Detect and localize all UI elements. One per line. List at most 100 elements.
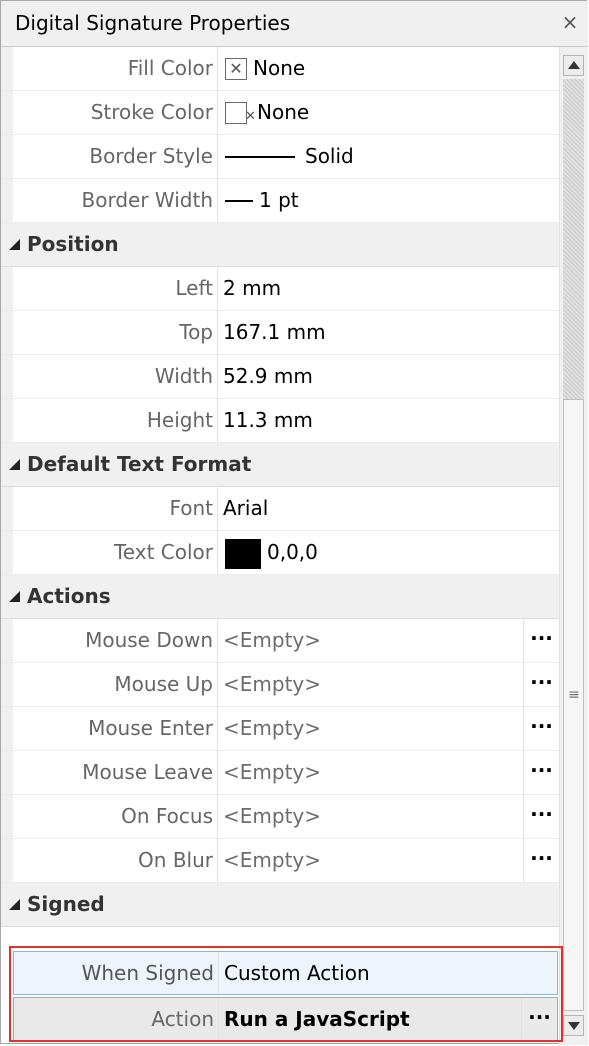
- category-label: Signed: [27, 892, 105, 916]
- row-gutter: [1, 311, 13, 354]
- properties-panel: Digital Signature Properties × Fill Colo…: [0, 0, 588, 1045]
- panel-title: Digital Signature Properties: [15, 11, 291, 35]
- property-label: Border Style: [13, 135, 218, 178]
- category-default-text-format[interactable]: Default Text Format: [1, 443, 559, 487]
- scrollbar-track[interactable]: [563, 79, 584, 399]
- property-value[interactable]: 1 pt: [259, 179, 299, 222]
- property-value[interactable]: <Empty>: [223, 795, 321, 838]
- more-options-button[interactable]: ···: [523, 839, 559, 882]
- more-options-button[interactable]: ···: [523, 707, 559, 750]
- property-value[interactable]: <Empty>: [223, 619, 321, 662]
- property-value[interactable]: <Empty>: [223, 751, 321, 794]
- property-row-mouse-leave[interactable]: Mouse Leave <Empty> ···: [1, 751, 559, 795]
- scroll-down-arrow-icon[interactable]: [563, 1015, 584, 1036]
- category-label: Actions: [27, 584, 111, 608]
- row-gutter: [1, 619, 13, 662]
- property-grid: Fill Color ✕ None Stroke Color ✕ None Bo…: [1, 47, 559, 1045]
- more-options-button[interactable]: ···: [523, 663, 559, 706]
- row-gutter: [1, 531, 13, 574]
- property-value[interactable]: 11.3 mm: [223, 399, 313, 442]
- no-color-swatch-icon: ✕: [225, 58, 247, 80]
- property-row-top[interactable]: Top 167.1 mm: [1, 311, 559, 355]
- row-gutter: [1, 795, 13, 838]
- property-row-text-color[interactable]: Text Color 0,0,0: [1, 531, 559, 575]
- line-width-icon: [225, 200, 253, 202]
- property-label: Text Color: [13, 531, 218, 574]
- property-row-left[interactable]: Left 2 mm: [1, 267, 559, 311]
- property-row-width[interactable]: Width 52.9 mm: [1, 355, 559, 399]
- property-row-mouse-enter[interactable]: Mouse Enter <Empty> ···: [1, 707, 559, 751]
- property-row-action[interactable]: Action Run a JavaScript ···: [13, 997, 558, 1041]
- collapse-triangle-icon[interactable]: [9, 239, 20, 250]
- grip-icon: ≡: [568, 687, 580, 703]
- more-options-button[interactable]: ···: [523, 751, 559, 794]
- collapse-triangle-icon[interactable]: [9, 591, 20, 602]
- property-row-mouse-down[interactable]: Mouse Down <Empty> ···: [1, 619, 559, 663]
- title-bar: Digital Signature Properties ×: [1, 1, 588, 47]
- vertical-scrollbar[interactable]: ≡: [559, 47, 588, 1045]
- property-label: Top: [13, 311, 218, 354]
- property-label: Mouse Enter: [13, 707, 218, 750]
- row-gutter: [1, 135, 13, 178]
- property-label: Stroke Color: [13, 91, 218, 134]
- property-value[interactable]: <Empty>: [223, 663, 321, 706]
- category-position[interactable]: Position: [1, 223, 559, 267]
- row-gutter: [1, 839, 13, 882]
- more-options-button[interactable]: ···: [521, 998, 557, 1040]
- no-color-mark-icon: ✕: [245, 109, 256, 124]
- property-value[interactable]: Custom Action: [224, 952, 370, 994]
- property-row-fill-color[interactable]: Fill Color ✕ None: [1, 47, 559, 91]
- scroll-up-arrow-icon[interactable]: [563, 55, 584, 76]
- property-label: Border Width: [13, 179, 218, 222]
- property-row-mouse-up[interactable]: Mouse Up <Empty> ···: [1, 663, 559, 707]
- property-label: On Blur: [13, 839, 218, 882]
- category-label: Position: [27, 232, 119, 256]
- property-value[interactable]: <Empty>: [223, 707, 321, 750]
- property-label: Mouse Up: [13, 663, 218, 706]
- row-gutter: [1, 267, 13, 310]
- no-color-swatch-icon: [225, 102, 247, 124]
- property-row-border-width[interactable]: Border Width 1 pt: [1, 179, 559, 223]
- close-icon[interactable]: ×: [560, 11, 580, 33]
- row-gutter: [1, 751, 13, 794]
- property-value[interactable]: 52.9 mm: [223, 355, 313, 398]
- category-signed[interactable]: Signed: [1, 883, 559, 927]
- property-label: Fill Color: [13, 47, 218, 90]
- collapse-triangle-icon[interactable]: [9, 459, 20, 470]
- property-row-height[interactable]: Height 11.3 mm: [1, 399, 559, 443]
- property-value[interactable]: None: [257, 91, 309, 134]
- property-row-on-blur[interactable]: On Blur <Empty> ···: [1, 839, 559, 883]
- row-gutter: [1, 47, 13, 90]
- more-options-button[interactable]: ···: [523, 795, 559, 838]
- property-row-when-signed[interactable]: When Signed Custom Action: [13, 951, 558, 995]
- property-value[interactable]: Arial: [223, 487, 268, 530]
- more-options-button[interactable]: ···: [523, 619, 559, 662]
- property-label: Width: [13, 355, 218, 398]
- property-label: When Signed: [14, 952, 219, 994]
- property-value[interactable]: None: [253, 47, 305, 90]
- property-value[interactable]: Solid: [305, 135, 354, 178]
- property-label: Font: [13, 487, 218, 530]
- row-gutter: [1, 487, 13, 530]
- property-value[interactable]: 2 mm: [223, 267, 281, 310]
- scrollbar-thumb[interactable]: ≡: [563, 399, 584, 1011]
- property-row-font[interactable]: Font Arial: [1, 487, 559, 531]
- property-row-border-style[interactable]: Border Style Solid: [1, 135, 559, 179]
- row-gutter: [1, 663, 13, 706]
- property-value[interactable]: 0,0,0: [267, 531, 318, 574]
- row-gutter: [1, 707, 13, 750]
- property-label: Mouse Down: [13, 619, 218, 662]
- color-swatch: [225, 539, 261, 569]
- category-label: Default Text Format: [27, 452, 252, 476]
- solid-line-icon: [225, 156, 295, 158]
- collapse-triangle-icon[interactable]: [9, 899, 20, 910]
- property-row-stroke-color[interactable]: Stroke Color ✕ None: [1, 91, 559, 135]
- row-gutter: [1, 91, 13, 134]
- property-value[interactable]: 167.1 mm: [223, 311, 326, 354]
- row-gutter: [1, 355, 13, 398]
- property-value[interactable]: <Empty>: [223, 839, 321, 882]
- property-label: Action: [14, 998, 219, 1040]
- property-value[interactable]: Run a JavaScript: [224, 998, 410, 1040]
- property-row-on-focus[interactable]: On Focus <Empty> ···: [1, 795, 559, 839]
- category-actions[interactable]: Actions: [1, 575, 559, 619]
